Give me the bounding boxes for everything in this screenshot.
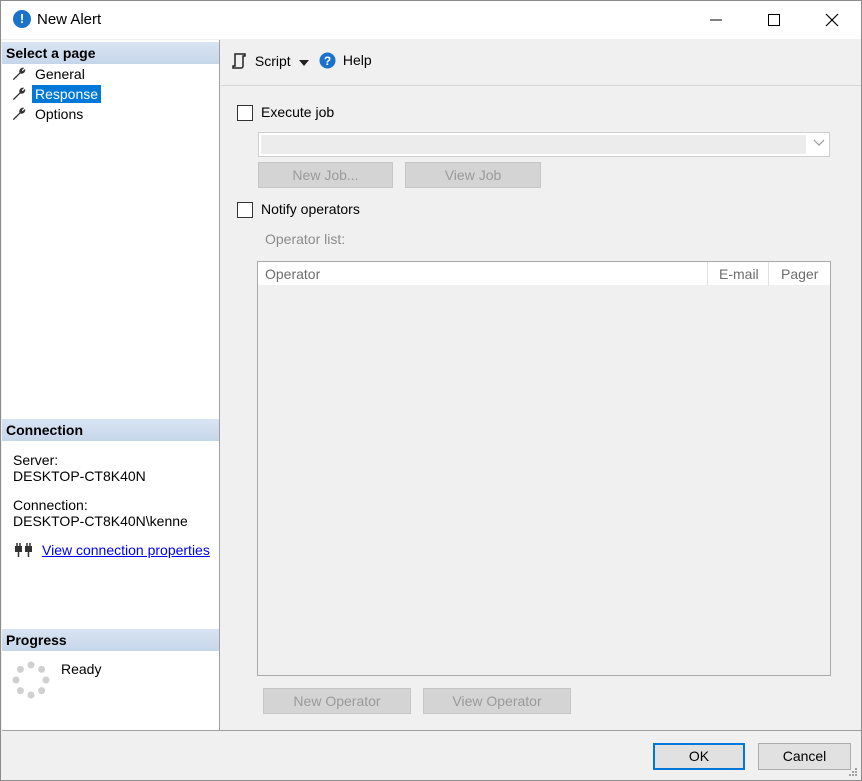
column-divider xyxy=(768,262,769,286)
connection-label: Connection: xyxy=(13,497,88,513)
maximize-button[interactable] xyxy=(745,1,803,39)
page-item-label: Options xyxy=(35,106,84,122)
view-job-button[interactable]: View Job xyxy=(405,162,541,188)
operator-grid[interactable]: Operator E-mail Pager xyxy=(257,261,831,676)
wrench-icon xyxy=(12,67,26,81)
server-label: Server: xyxy=(13,452,59,468)
toolbar-divider xyxy=(221,85,861,86)
notify-operators-label[interactable]: Notify operators xyxy=(261,201,360,217)
select-page-header: Select a page xyxy=(2,42,219,64)
chevron-down-icon xyxy=(813,139,825,146)
close-icon xyxy=(825,13,839,27)
window-title: New Alert xyxy=(37,11,102,28)
close-button[interactable] xyxy=(803,1,861,39)
minimize-button[interactable] xyxy=(687,1,745,39)
new-alert-dialog: ! New Alert Select a page General Respon… xyxy=(0,0,862,781)
plug-icon xyxy=(15,543,32,557)
cancel-button[interactable]: Cancel xyxy=(758,743,851,770)
script-dropdown-button[interactable] xyxy=(299,54,310,70)
operator-grid-header: Operator E-mail Pager xyxy=(258,262,830,286)
left-panel: Select a page General Response Options C… xyxy=(2,40,220,730)
footer-divider xyxy=(2,730,861,731)
ok-button[interactable]: OK xyxy=(653,743,745,770)
page-item-label: Response xyxy=(32,85,102,103)
server-value: DESKTOP-CT8K40N xyxy=(13,468,146,484)
notify-operators-checkbox[interactable] xyxy=(237,202,253,218)
view-connection-properties-link[interactable]: View connection properties xyxy=(42,542,210,558)
new-job-button[interactable]: New Job... xyxy=(258,162,393,188)
operator-list-label: Operator list: xyxy=(265,231,346,247)
job-combobox-value xyxy=(261,135,806,154)
connection-value: DESKTOP-CT8K40N\kenne xyxy=(13,513,188,529)
column-divider xyxy=(707,262,708,286)
progress-status: Ready xyxy=(61,661,102,677)
help-label: Help xyxy=(342,52,372,68)
progress-spinner-icon xyxy=(12,661,50,699)
script-label: Script xyxy=(254,53,291,69)
toolbar: Script ? Help xyxy=(221,40,861,84)
wrench-icon xyxy=(12,87,26,101)
new-operator-button[interactable]: New Operator xyxy=(263,688,411,714)
column-header-email[interactable]: E-mail xyxy=(719,262,759,286)
progress-header: Progress xyxy=(2,629,219,651)
alert-info-icon: ! xyxy=(13,10,31,28)
svg-text:?: ? xyxy=(324,54,331,68)
job-combobox[interactable] xyxy=(258,132,830,157)
wrench-icon xyxy=(12,107,26,121)
view-operator-button[interactable]: View Operator xyxy=(423,688,571,714)
help-button[interactable]: ? Help xyxy=(319,52,372,69)
connection-header: Connection xyxy=(2,419,219,441)
execute-job-label[interactable]: Execute job xyxy=(261,104,334,120)
script-icon xyxy=(232,53,246,69)
minimize-icon xyxy=(710,19,722,21)
script-button[interactable]: Script xyxy=(231,52,291,69)
help-icon: ? xyxy=(319,52,336,69)
caret-down-icon xyxy=(299,60,309,66)
column-header-operator[interactable]: Operator xyxy=(265,262,320,286)
maximize-icon xyxy=(768,14,780,26)
column-header-pager[interactable]: Pager xyxy=(781,262,818,286)
execute-job-checkbox[interactable] xyxy=(237,105,253,121)
title-bar[interactable]: ! New Alert xyxy=(1,1,861,39)
resize-grip-icon[interactable] xyxy=(848,767,858,777)
page-item-label: General xyxy=(35,66,85,82)
